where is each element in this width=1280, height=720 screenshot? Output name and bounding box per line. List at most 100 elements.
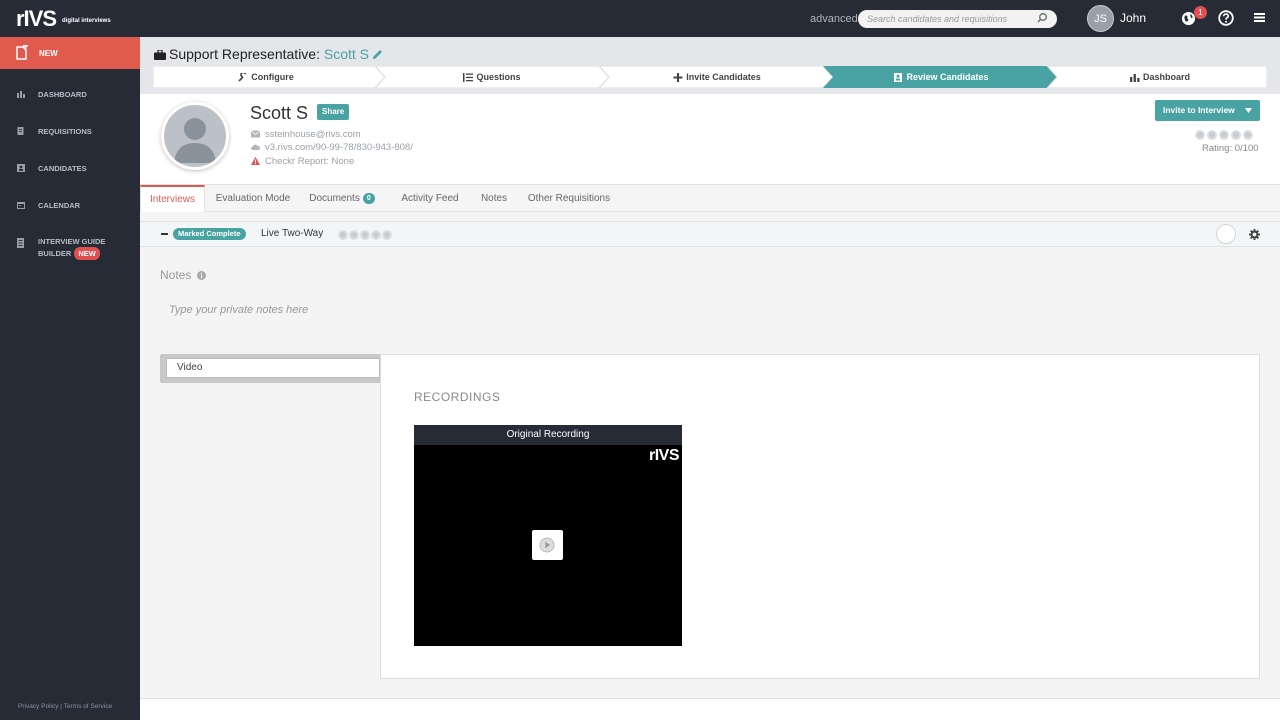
checkr-report-row: Checkr Report: None [251,156,354,167]
workflow-steps: Configure Questions Invite Candidates Re… [153,66,1267,88]
candidate-profile: Scott S Share ssteinhouse@rivs.com v3.ri… [140,94,1280,185]
requisition-name: Support Representative: [169,46,320,62]
rating-dot[interactable] [1231,130,1241,140]
interview-rating-dots[interactable] [338,229,393,243]
sidebar-item-interview-guide-builder[interactable]: INTERVIEW GUIDE BUILDER NEW [0,234,140,262]
collapse-icon[interactable] [161,233,168,235]
step-dashboard[interactable]: Dashboard [1053,66,1267,88]
candidate-email[interactable]: ssteinhouse@rivs.com [265,129,361,140]
media-type-select-wrapper: Video [160,354,382,383]
sidebar: NEW DASHBOARD REQUISITIONS CANDIDATES CA… [0,37,140,720]
pencil-icon[interactable] [372,49,383,60]
candidate-name-link[interactable]: Scott S [324,46,369,62]
step-review-candidates[interactable]: Review Candidates [829,66,1053,88]
terms-of-service-link[interactable]: Terms of Service [64,703,112,710]
hamburger-menu-icon[interactable] [1254,12,1265,23]
invite-to-interview-button[interactable]: Invite to Interview [1155,100,1260,121]
candidate-name: Scott S [250,103,309,123]
app-logo[interactable]: rIVS [16,6,57,32]
bar-chart-icon [1129,73,1140,82]
footer-links: Privacy Policy | Terms of Service [18,703,112,710]
interview-row: Marked Complete Live Two-Way [140,221,1280,247]
tab-interviews[interactable]: Interviews [140,185,205,212]
requisition-header: Support Representative: Scott S Configur… [140,37,1280,94]
search-input[interactable] [858,10,1057,28]
play-icon [539,537,555,553]
caret-down-icon [1245,108,1252,113]
user-avatar[interactable]: JS [1087,5,1114,32]
step-configure[interactable]: Configure [153,66,379,88]
sidebar-item-label: CALENDAR [38,201,81,210]
checkr-report: Checkr Report: None [265,156,355,167]
envelope-icon [250,130,261,138]
search-icon[interactable] [1036,12,1048,24]
invite-button-label: Invite to Interview [1163,105,1235,115]
app-logo-subtitle: digital interviews [62,18,111,24]
tab-documents[interactable]: Documents 0 [302,185,382,212]
status-badge: Marked Complete [173,228,246,240]
step-invite-candidates[interactable]: Invite Candidates [605,66,829,88]
share-button[interactable]: Share [317,104,350,120]
gear-icon[interactable] [1249,229,1260,240]
sidebar-item-dashboard[interactable]: DASHBOARD [0,86,140,106]
notes-heading: Notes [160,268,206,282]
username[interactable]: John [1120,11,1146,25]
sidebar-item-requisitions[interactable]: REQUISITIONS [0,123,140,143]
sidebar-item-label: DASHBOARD [38,90,87,99]
rating-dot[interactable] [338,230,348,240]
tab-evaluation-mode[interactable]: Evaluation Mode [207,185,299,212]
recordings-title: RECORDINGS [414,390,501,404]
recordings-panel: RECORDINGS Original Recording rIVS [380,354,1260,679]
page-footer-area [140,698,1280,720]
step-label: Review Candidates [906,72,989,82]
new-document-icon [16,45,28,60]
top-bar: rIVS digital interviews advanced JS John… [0,0,1280,37]
privacy-policy-link[interactable]: Privacy Policy [18,703,58,710]
rating-dot[interactable] [349,230,359,240]
guide-icon [17,238,24,248]
rating-dot[interactable] [382,230,392,240]
play-button[interactable] [532,530,563,560]
sidebar-item-calendar[interactable]: CALENDAR [0,197,140,217]
candidate-email-row: ssteinhouse@rivs.com [250,129,361,140]
info-icon[interactable] [196,271,206,280]
rating-dots[interactable] [1195,129,1255,143]
sidebar-item-label: BUILDER [38,249,72,258]
advanced-search-link[interactable]: advanced [810,13,858,25]
media-type-select[interactable]: Video [166,358,380,378]
private-notes-input[interactable] [160,298,1260,322]
video-watermark-logo: rIVS [648,447,680,464]
rating-dot[interactable] [1195,130,1205,140]
step-label: Configure [251,72,294,82]
sidebar-item-candidates[interactable]: CANDIDATES [0,160,140,180]
step-label: Dashboard [1142,72,1190,82]
briefcase-icon [154,50,166,60]
candidate-link[interactable]: v3.rivs.com/90-99-78/830-943-808/ [265,142,413,153]
rating-dot[interactable] [371,230,381,240]
step-questions[interactable]: Questions [379,66,605,88]
rating-dot[interactable] [1243,130,1253,140]
tab-notes[interactable]: Notes [474,185,514,212]
page-title: Support Representative: Scott S [154,46,383,62]
documents-count-badge: 0 [362,193,375,204]
notification-badge[interactable]: 1 [1194,6,1207,19]
sidebar-item-label: REQUISITIONS [38,127,92,136]
document-icon [17,127,24,135]
tab-activity-feed[interactable]: Activity Feed [392,185,468,212]
step-label: Invite Candidates [686,72,761,82]
tab-other-requisitions[interactable]: Other Requisitions [522,185,616,212]
status-toggle[interactable] [1216,224,1236,244]
help-icon[interactable] [1218,10,1234,26]
new-button-label: NEW [39,49,58,58]
step-label: Questions [476,72,521,82]
calendar-icon [17,202,25,209]
rating-dot[interactable] [1219,130,1229,140]
warning-icon [251,157,260,165]
rating-dot[interactable] [1207,130,1217,140]
new-button[interactable]: NEW [0,37,140,69]
sidebar-item-label-group: INTERVIEW GUIDE BUILDER NEW [38,236,105,260]
video-player[interactable]: Original Recording rIVS [414,425,682,646]
video-title: Original Recording [414,425,682,445]
wrench-icon [238,72,247,82]
rating-dot[interactable] [360,230,370,240]
